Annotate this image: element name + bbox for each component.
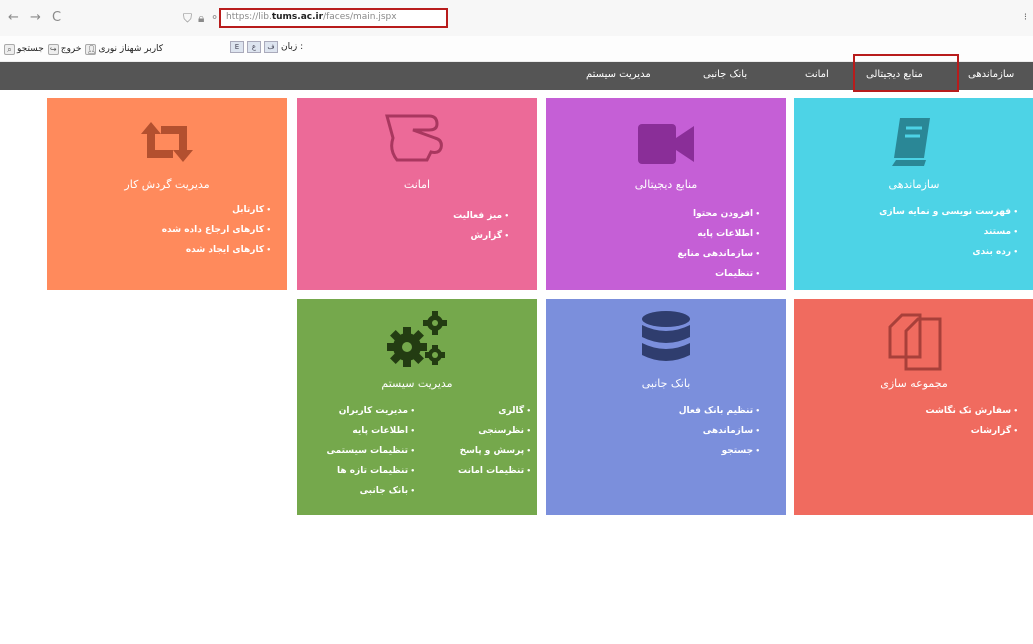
permissions-icon[interactable]: ⚬ xyxy=(210,11,219,25)
tile-circulation[interactable]: امانت میز فعالیت گزارش xyxy=(297,98,537,290)
tile-title: امانت xyxy=(403,178,431,191)
tile-title: مجموعه سازی xyxy=(880,377,948,390)
tile-link[interactable]: سازماندهی منابع xyxy=(678,244,761,264)
language-label: زبان : xyxy=(281,42,304,52)
tile-links-right: گالری نظرسنجی پرسش و پاسخ تنظیمات امانت xyxy=(458,401,531,481)
database-icon xyxy=(642,311,690,361)
gears-icon xyxy=(387,311,447,367)
tile-link[interactable]: اطلاعات پایه xyxy=(678,224,761,244)
back-icon[interactable]: ← xyxy=(8,11,19,25)
tile-link[interactable]: مدیریت کاربران xyxy=(326,401,415,421)
tile-organizing[interactable]: سازماندهی فهرست نویسی و نمایه سازی مستند… xyxy=(794,98,1033,290)
tile-link[interactable]: گالری xyxy=(458,401,531,421)
tile-link[interactable]: گزارشات xyxy=(926,421,1018,441)
browser-toolbar: ← → C ⛉ 🔒︎ ⚬ https://lib.tums.ac.ir/face… xyxy=(0,0,1033,36)
tile-link[interactable]: تنظیمات xyxy=(678,264,761,284)
url-text: https://lib.tums.ac.ir/faces/main.jspx xyxy=(226,12,397,22)
tile-link[interactable]: جستجو xyxy=(679,441,760,461)
tile-links: افزودن محتوا اطلاعات پایه سازماندهی مناب… xyxy=(678,204,761,284)
page-root: ← → C ⛉ 🔒︎ ⚬ https://lib.tums.ac.ir/face… xyxy=(0,0,1033,644)
tile-links: کارتابل کارهای ارجاع داده شده کارهای ایج… xyxy=(162,200,271,260)
shield-icon: ⛉ xyxy=(183,11,193,25)
tile-link[interactable]: بانک جانبی xyxy=(326,481,415,501)
lang-button-e[interactable]: E xyxy=(230,41,244,53)
forward-icon[interactable]: → xyxy=(30,11,41,25)
reload-icon[interactable]: C xyxy=(52,11,61,25)
tile-digital-resources[interactable]: منابع دیجیتالی افزودن محتوا اطلاعات پایه… xyxy=(546,98,786,290)
tile-link[interactable]: تنظیم بانک فعال xyxy=(679,401,760,421)
tile-title: بانک جانبی xyxy=(641,377,691,390)
tile-link[interactable]: فهرست نویسی و نمایه سازی xyxy=(879,202,1018,222)
repeat-icon xyxy=(141,122,193,162)
nav-item-bank[interactable]: بانک جانبی xyxy=(703,69,747,80)
video-camera-icon xyxy=(638,124,694,164)
tile-link[interactable]: سازماندهی xyxy=(679,421,760,441)
lock-icon: 🔒︎ xyxy=(198,11,205,25)
tile-collection-development[interactable]: مجموعه سازی سفارش تک نگاشت گزارشات xyxy=(794,299,1033,515)
tile-link[interactable]: گزارش xyxy=(453,226,509,246)
user-label: کاربر شهناز نوری xyxy=(98,44,164,54)
search-link[interactable]: ⌕ جستجو xyxy=(4,43,44,55)
nav-item-circulation[interactable]: امانت xyxy=(805,69,829,80)
user-link[interactable]: 👤︎ کاربر شهناز نوری xyxy=(85,43,164,55)
user-links: ⌕ جستجو ↪ خروج 👤︎ کاربر شهناز نوری xyxy=(4,41,163,57)
tile-title: مدیریت سیستم xyxy=(381,377,453,390)
tile-link[interactable]: افزودن محتوا xyxy=(678,204,761,224)
nav-highlight-box xyxy=(853,54,959,92)
logout-label: خروج xyxy=(60,44,82,54)
tile-links: میز فعالیت گزارش xyxy=(453,206,509,246)
tile-links-left: مدیریت کاربران اطلاعات پایه تنظیمات سیست… xyxy=(326,401,415,501)
tile-link[interactable]: سفارش تک نگاشت xyxy=(926,401,1018,421)
tile-link[interactable]: میز فعالیت xyxy=(453,206,509,226)
tile-link[interactable]: کارتابل xyxy=(162,200,271,220)
menu-icon[interactable]: ⁝ xyxy=(1024,12,1027,23)
tile-side-bank[interactable]: بانک جانبی تنظیم بانک فعال سازماندهی جست… xyxy=(546,299,786,515)
tile-link[interactable]: مستند xyxy=(879,222,1018,242)
tile-system-management[interactable]: مدیریت سیستم گالری نظرسنجی پرسش و پاسخ ت… xyxy=(297,299,537,515)
tile-link[interactable]: کارهای ایجاد شده xyxy=(162,240,271,260)
copy-icon xyxy=(888,313,942,371)
lang-button-ar[interactable]: ع xyxy=(247,41,261,53)
address-bar[interactable]: https://lib.tums.ac.ir/faces/main.jspx xyxy=(219,8,448,28)
nav-item-organizing[interactable]: سازماندهی xyxy=(968,69,1014,80)
tile-title: منابع دیجیتالی xyxy=(634,178,698,191)
book-icon xyxy=(892,118,930,166)
lang-button-fa[interactable]: ف xyxy=(264,41,278,53)
tile-links: فهرست نویسی و نمایه سازی مستند رده بندی xyxy=(879,202,1018,262)
tile-workflow-management[interactable]: مدیریت گردش کار کارتابل کارهای ارجاع داد… xyxy=(47,98,287,290)
tile-link[interactable]: تنظیمات امانت xyxy=(458,461,531,481)
nav-item-system[interactable]: مدیریت سیستم xyxy=(586,69,651,80)
tile-link[interactable]: پرسش و پاسخ xyxy=(458,441,531,461)
language-switcher: E ع ف زبان : xyxy=(230,41,303,53)
search-icon: ⌕ xyxy=(4,43,15,55)
tile-links: سفارش تک نگاشت گزارشات xyxy=(926,401,1018,441)
tile-link[interactable]: تنظیمات تازه ها xyxy=(326,461,415,481)
tile-title: مدیریت گردش کار xyxy=(124,178,210,191)
tile-link[interactable]: کارهای ارجاع داده شده xyxy=(162,220,271,240)
tile-link[interactable]: نظرسنجی xyxy=(458,421,531,441)
hand-icon xyxy=(385,114,443,162)
logout-icon: ↪ xyxy=(47,43,59,55)
tile-title: سازماندهی xyxy=(888,178,940,191)
user-icon: 👤︎ xyxy=(85,43,97,55)
logout-link[interactable]: ↪ خروج xyxy=(47,43,82,55)
tile-links: تنظیم بانک فعال سازماندهی جستجو xyxy=(679,401,760,461)
tile-link[interactable]: اطلاعات پایه xyxy=(326,421,415,441)
tile-link[interactable]: رده بندی xyxy=(879,242,1018,262)
search-label: جستجو xyxy=(17,44,44,54)
tile-link[interactable]: تنظیمات سیستمی xyxy=(326,441,415,461)
